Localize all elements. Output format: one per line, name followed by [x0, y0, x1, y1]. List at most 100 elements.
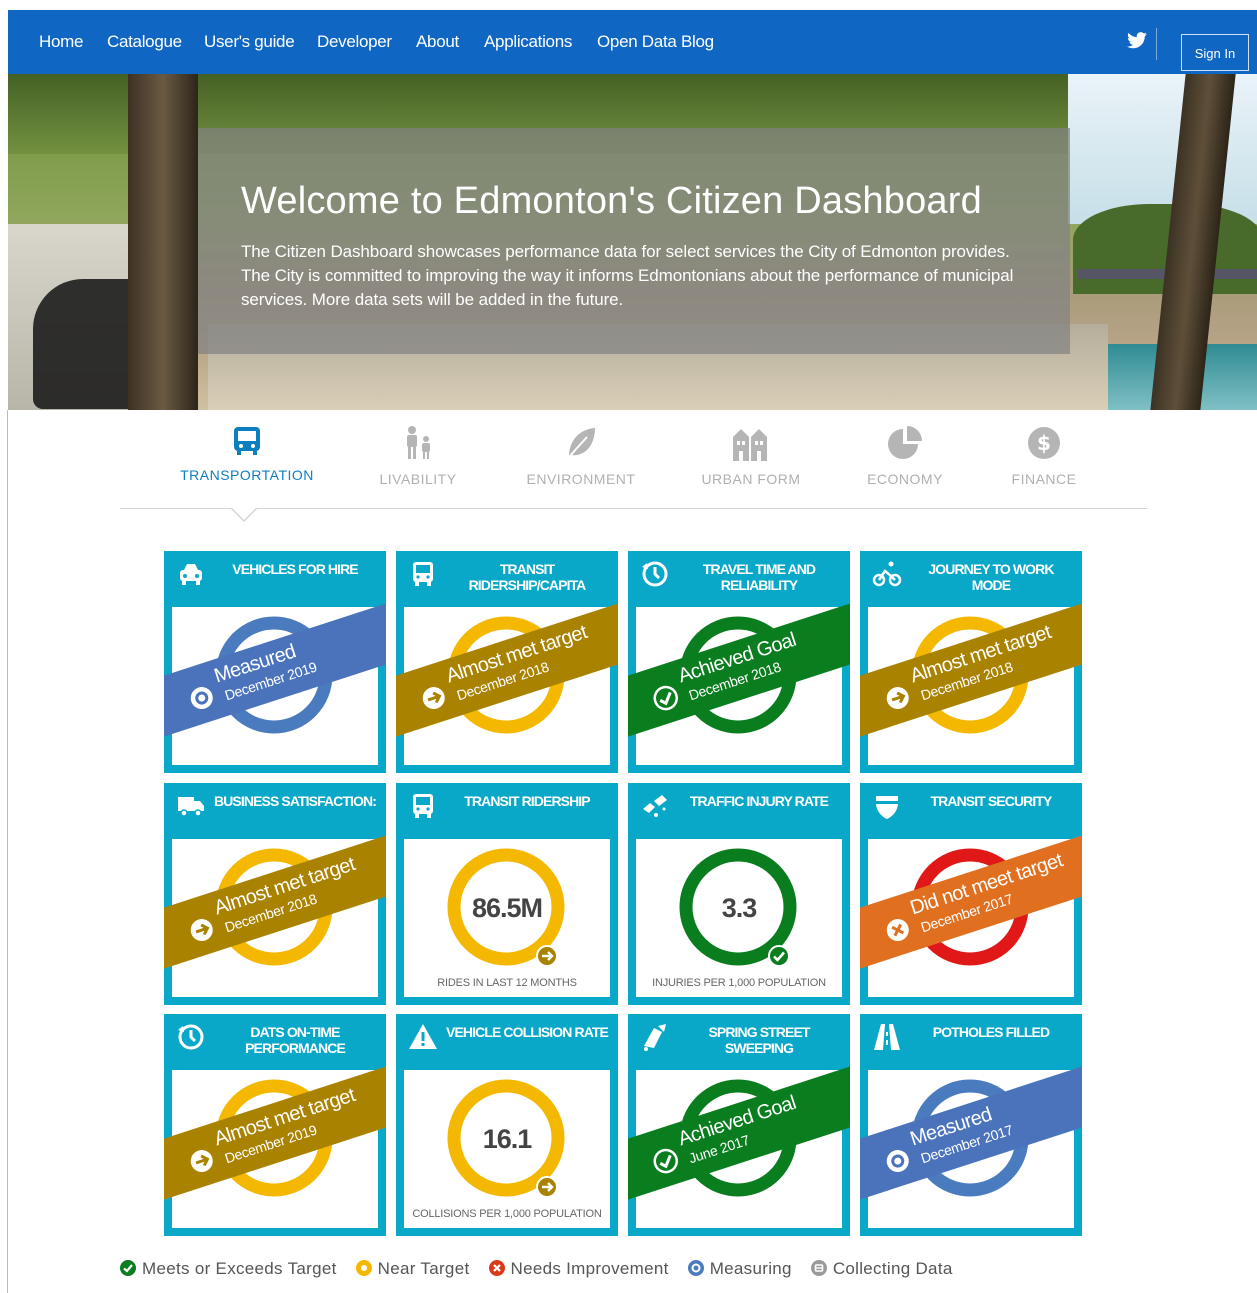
legend-label: Collecting Data: [832, 1259, 953, 1278]
dollar-icon: $: [1028, 427, 1060, 459]
metric-card-journey-to-work-mode[interactable]: JOURNEY TO WORK MODE26Almost met targetD…: [860, 551, 1082, 773]
pie-chart-icon: [888, 426, 922, 459]
metric-card-spring-street-sweeping[interactable]: SPRING STREET SWEEPING75.6Achieved GoalJ…: [628, 1014, 850, 1236]
legend-label: Measuring: [709, 1259, 792, 1278]
hero-title: Welcome to Edmonton's Citizen Dashboard: [241, 180, 982, 222]
measuring-icon: [687, 1260, 704, 1276]
taxi-icon: [180, 564, 202, 585]
metric-caption: COLLISIONS PER 1,000 POPULATION: [412, 1208, 602, 1220]
metric-value: 86.5M: [471, 893, 543, 923]
bus-icon: [234, 427, 260, 455]
card-title: POTHOLES FILLED: [932, 1024, 1050, 1040]
ribbon-status-icon: [653, 1148, 679, 1174]
road-icon: [874, 1024, 900, 1050]
card-title: SPRING STREET SWEEPING: [708, 1024, 810, 1056]
metric-card-dats-on-time-performance[interactable]: DATS ON-TIME PERFORMANCE88.7Almost met t…: [164, 1014, 386, 1236]
tab-label: ECONOMY: [867, 471, 943, 487]
metric-card-vehicles-for-hire[interactable]: VEHICLES FOR HIRE5,073MeasuredDecember 2…: [164, 551, 386, 773]
tab-label: URBAN FORM: [701, 471, 801, 487]
legend-item-meets: Meets or Exceeds Target: [120, 1259, 337, 1279]
tab-transportation[interactable]: TRANSPORTATION: [172, 425, 322, 483]
card-title: JOURNEY TO WORK MODE: [928, 561, 1054, 593]
arrow-badge-icon: [536, 1176, 558, 1198]
bus-icon: [413, 794, 433, 818]
twitter-icon[interactable]: [1126, 32, 1148, 50]
metric-card-vehicle-collision-rate[interactable]: VEHICLE COLLISION RATE 16.1 COLLISIONS PER…: [396, 1014, 618, 1236]
tab-label: TRANSPORTATION: [180, 467, 314, 483]
nav-users-guide[interactable]: User's guide: [204, 32, 295, 52]
active-tab-caret-fill: [231, 507, 257, 520]
tab-economy[interactable]: ECONOMY: [830, 425, 980, 487]
metric-value: 3.3: [721, 893, 758, 923]
ribbon-status-icon: [422, 687, 445, 710]
clock-icon: [178, 1024, 204, 1050]
ribbon-status-icon: [886, 687, 909, 710]
card-title: DATS ON-TIME PERFORMANCE: [245, 1024, 346, 1056]
top-navbar: Home Catalogue User's guide Developer Ab…: [8, 10, 1257, 74]
nav-open-data-blog[interactable]: Open Data Blog: [597, 32, 714, 52]
card-title: VEHICLE COLLISION RATE: [446, 1024, 609, 1040]
metric-card-transit-ridership-capita[interactable]: TRANSIT RIDERSHIP/CAPITA91.6Almost met t…: [396, 551, 618, 773]
tabs-divider: [120, 508, 1147, 509]
sign-in-button[interactable]: Sign In: [1181, 34, 1249, 71]
card-title: TRAFFIC INJURY RATE: [689, 793, 829, 809]
page-left-border: [7, 410, 8, 1293]
legend-label: Near Target: [377, 1259, 470, 1278]
legend-label: Needs Improvement: [510, 1259, 669, 1278]
check-circle-icon: [120, 1260, 136, 1276]
sweeper-icon: [644, 1024, 666, 1051]
tab-label: FINANCE: [1011, 471, 1077, 487]
metric-card-transit-ridership[interactable]: TRANSIT RIDERSHIP 86.5M RIDES IN LAST 12 M…: [396, 783, 618, 1005]
hero-overlay: Welcome to Edmonton's Citizen Dashboard …: [198, 128, 1070, 354]
metric-caption: INJURIES PER 1,000 POPULATION: [652, 977, 826, 989]
ribbon-status-icon: [190, 919, 213, 942]
card-title: TRANSIT RIDERSHIP/CAPITA: [468, 561, 587, 593]
family-icon: [407, 426, 430, 459]
tab-livability[interactable]: LIVABILITY: [343, 425, 493, 487]
collecting-data-icon: [810, 1260, 827, 1276]
crash-icon: [643, 795, 667, 817]
hero-tree-trunk: [128, 74, 198, 410]
nav-home[interactable]: Home: [39, 32, 83, 52]
hero-description: The Citizen Dashboard showcases performa…: [241, 242, 1014, 309]
nav-catalogue[interactable]: Catalogue: [107, 32, 182, 52]
legend-item-measuring: Measuring: [687, 1259, 792, 1279]
tab-urban-form[interactable]: URBAN FORM: [676, 425, 826, 487]
tab-label: ENVIRONMENT: [526, 471, 636, 487]
metric-card-potholes-filled[interactable]: POTHOLES FILLED669,940MeasuredDecember 2…: [860, 1014, 1082, 1236]
leaf-icon: [568, 428, 595, 458]
metric-card-travel-time-and-reliability[interactable]: TRAVEL TIME AND RELIABILITY10.1Achieved …: [628, 551, 850, 773]
card-title: BUSINESS SATISFACTION:: [214, 793, 377, 809]
ribbon-status-icon: [886, 919, 909, 942]
ribbon-status-icon: [190, 687, 213, 710]
truck-icon: [178, 797, 204, 817]
metric-card-traffic-injury-rate[interactable]: TRAFFIC INJURY RATE 3.3 INJURIES PER 1,000…: [628, 783, 850, 1005]
nav-about[interactable]: About: [416, 32, 459, 52]
card-title: TRAVEL TIME AND RELIABILITY: [702, 561, 816, 593]
nav-developer[interactable]: Developer: [317, 32, 392, 52]
x-circle-icon: [488, 1260, 505, 1276]
metric-card-business-satisfaction[interactable]: BUSINESS SATISFACTION:50.5Almost met tar…: [164, 783, 386, 1005]
card-title: VEHICLES FOR HIRE: [232, 561, 358, 577]
buildings-icon: [733, 429, 767, 461]
nav-applications[interactable]: Applications: [484, 32, 572, 52]
tab-environment[interactable]: ENVIRONMENT: [506, 425, 656, 487]
hero-banner: Welcome to Edmonton's Citizen Dashboard …: [8, 74, 1257, 410]
legend-item-near: Near Target: [355, 1259, 470, 1279]
check-badge-icon: [768, 945, 790, 967]
tab-finance[interactable]: $ FINANCE: [969, 425, 1119, 487]
ribbon-status-icon: [653, 685, 679, 711]
ribbon-status-icon: [190, 1150, 213, 1173]
metric-value: 16.1: [482, 1124, 533, 1154]
card-body: 3.3 INJURIES PER 1,000 POPULATION: [636, 839, 842, 997]
warning-icon: [409, 1024, 437, 1049]
svg-text:$: $: [1037, 431, 1051, 455]
status-legend: Meets or Exceeds Target Near Target Need…: [120, 1259, 967, 1281]
clock-icon: [642, 561, 668, 587]
legend-item-needs: Needs Improvement: [488, 1259, 669, 1279]
bus-icon: [413, 562, 433, 586]
shield-icon: [876, 796, 898, 819]
metric-card-transit-security[interactable]: TRANSIT SECURITY9.1Did not meet targetDe…: [860, 783, 1082, 1005]
bicycle-icon: [872, 561, 902, 587]
legend-label: Meets or Exceeds Target: [142, 1259, 337, 1278]
